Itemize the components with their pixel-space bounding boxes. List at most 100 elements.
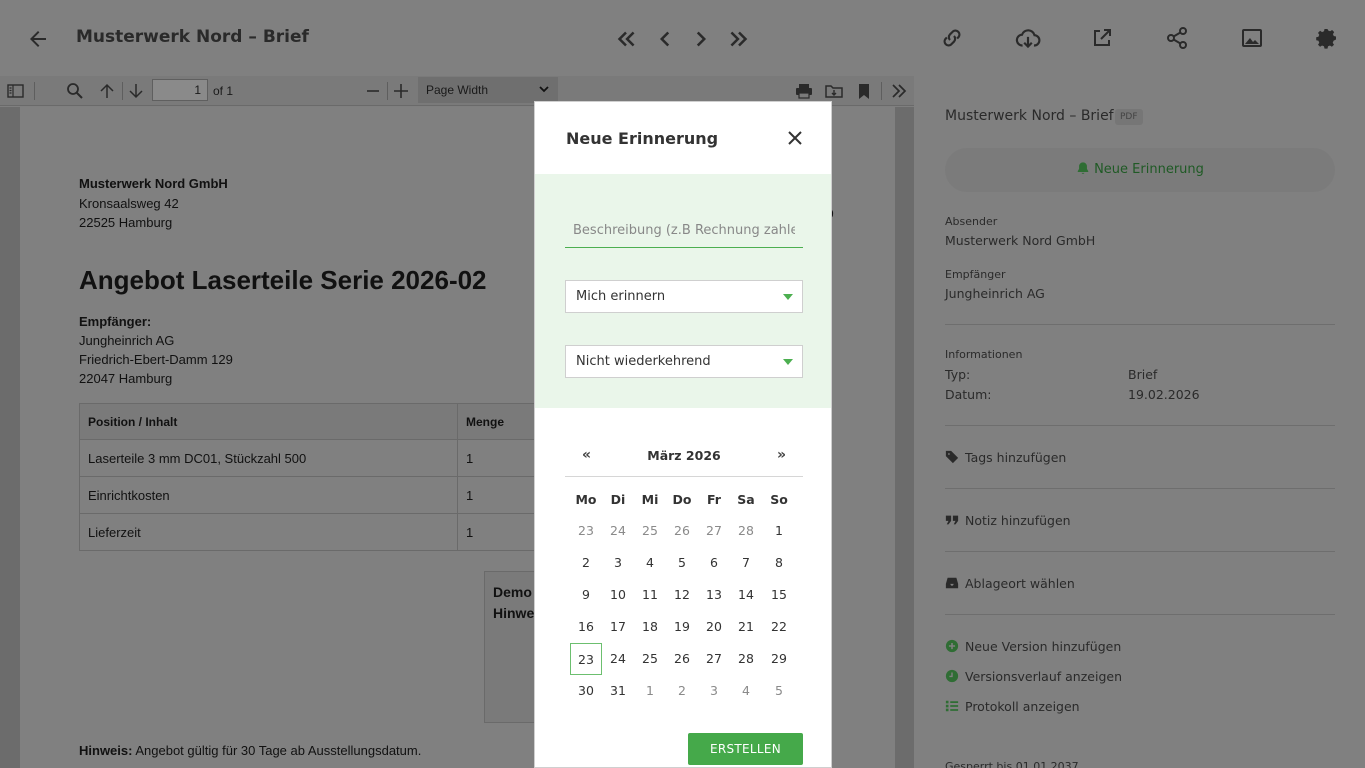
new-reminder-button[interactable]: Neue Erinnerung [945,148,1335,192]
calendar-day[interactable]: 27 [698,643,730,675]
calendar-day[interactable]: 30 [570,675,602,707]
calendar-day[interactable]: 9 [570,579,602,611]
calendar-day[interactable]: 22 [763,611,795,643]
page-number-input[interactable]: 1 [152,79,208,101]
link-icon[interactable] [940,26,966,52]
calendar-day[interactable]: 27 [698,515,730,547]
protocol-action[interactable]: Protokoll anzeigen [945,699,1080,714]
add-note-action[interactable]: Notiz hinzufügen [945,513,1071,528]
add-tags-label: Tags hinzufügen [965,450,1067,465]
calendar-day[interactable]: 4 [730,675,762,707]
bookmark-icon[interactable] [854,81,874,101]
recipient-city: 22047 Hamburg [79,371,173,386]
calendar-day[interactable]: 3 [698,675,730,707]
calendar-day[interactable]: 11 [634,579,666,611]
calendar-day[interactable]: 23 [570,643,602,675]
image-icon[interactable] [1240,26,1266,52]
open-external-icon[interactable] [1090,26,1116,52]
add-version-label: Neue Version hinzufügen [965,639,1122,654]
calendar-day[interactable]: 14 [730,579,762,611]
version-history-action[interactable]: Versionsverlauf anzeigen [945,669,1122,684]
calendar-day[interactable]: 29 [763,643,795,675]
previous-document-icon[interactable] [652,26,678,52]
sender-field-value[interactable]: Musterwerk Nord GmbH [945,233,1095,248]
calendar-day[interactable]: 5 [666,547,698,579]
add-version-action[interactable]: Neue Version hinzufügen [945,639,1121,654]
calendar-day[interactable]: 8 [763,547,795,579]
sender-city: 22525 Hamburg [79,215,173,230]
weekday-header: Mi [641,492,659,507]
calendar-day[interactable]: 2 [666,675,698,707]
calendar-month-title[interactable]: März 2026 [565,448,803,463]
first-document-icon[interactable] [613,26,639,52]
clock-history-icon [945,669,959,683]
calendar-day[interactable]: 18 [634,611,666,643]
recurrence-select[interactable]: Nicht wiederkehrend [565,345,803,378]
zoom-select[interactable]: Page Width [418,77,558,103]
next-month-button[interactable]: » [777,447,786,463]
toolbar-separator [881,82,882,100]
find-search-icon[interactable] [65,81,85,101]
next-page-down-arrow-icon[interactable] [126,81,146,101]
sender-address: Musterwerk Nord GmbH Kronsaalsweg 42 225… [79,174,228,233]
calendar-day[interactable]: 7 [730,547,762,579]
add-tags-action[interactable]: Tags hinzufügen [945,450,1066,465]
calendar-day[interactable]: 6 [698,547,730,579]
calendar-day[interactable]: 4 [634,547,666,579]
print-icon[interactable] [794,81,814,101]
calendar-day[interactable]: 21 [730,611,762,643]
settings-gear-icon[interactable] [1315,26,1341,52]
close-icon[interactable] [787,130,803,146]
zoom-select-value: Page Width [426,83,489,97]
calendar-day[interactable]: 28 [730,643,762,675]
choose-storage-action[interactable]: Ablageort wählen [945,576,1075,591]
calendar-day[interactable]: 16 [570,611,602,643]
zoom-out-minus-icon[interactable] [363,81,383,101]
calendar-day[interactable]: 2 [570,547,602,579]
description-input[interactable] [565,214,803,248]
new-reminder-label: Neue Erinnerung [1094,162,1204,177]
calendar-day[interactable]: 24 [602,643,634,675]
note-text: Angebot gültig für 30 Tage ab Ausstellun… [132,743,422,758]
create-button[interactable]: ERSTELLEN [688,733,803,765]
calendar-day[interactable]: 25 [634,643,666,675]
panel-document-title: Musterwerk Nord – Brief [945,108,1114,124]
calendar-day[interactable]: 10 [602,579,634,611]
calendar-day[interactable]: 24 [602,515,634,547]
calendar-day[interactable]: 13 [698,579,730,611]
last-document-icon[interactable] [726,26,752,52]
calendar-day[interactable]: 17 [602,611,634,643]
more-tools-double-chevron-icon[interactable] [889,81,909,101]
table-header: Position / Inhalt [79,403,458,440]
calendar-day[interactable]: 5 [763,675,795,707]
zoom-in-plus-icon[interactable] [391,81,411,101]
calendar-day[interactable]: 3 [602,547,634,579]
page-count-label: of 1 [213,84,234,98]
recipient-field-value[interactable]: Jungheinrich AG [945,286,1045,301]
calendar-day[interactable]: 19 [666,611,698,643]
calendar-day[interactable]: 1 [763,515,795,547]
tag-icon [945,450,959,464]
calendar-day[interactable]: 23 [570,515,602,547]
calendar-day[interactable]: 15 [763,579,795,611]
divider [945,488,1335,489]
sidebar-toggle-icon[interactable] [6,81,26,101]
calendar-day[interactable]: 28 [730,515,762,547]
calendar-day[interactable]: 25 [634,515,666,547]
cloud-download-icon[interactable] [1015,26,1041,52]
calendar-day[interactable]: 26 [666,515,698,547]
calendar-day[interactable]: 26 [666,643,698,675]
version-history-label: Versionsverlauf anzeigen [965,669,1122,684]
recipient-select-value: Mich erinnern [576,289,666,304]
share-icon[interactable] [1165,26,1191,52]
calendar-day[interactable]: 31 [602,675,634,707]
calendar-day[interactable]: 20 [698,611,730,643]
calendar-day[interactable]: 1 [634,675,666,707]
previous-page-up-arrow-icon[interactable] [97,81,117,101]
table-cell: Laserteile 3 mm DC01, Stückzahl 500 [79,439,458,477]
save-folder-icon[interactable] [824,81,844,101]
back-arrow-icon[interactable] [26,27,50,51]
recipient-select[interactable]: Mich erinnern [565,280,803,313]
calendar-day[interactable]: 12 [666,579,698,611]
next-document-icon[interactable] [688,26,714,52]
